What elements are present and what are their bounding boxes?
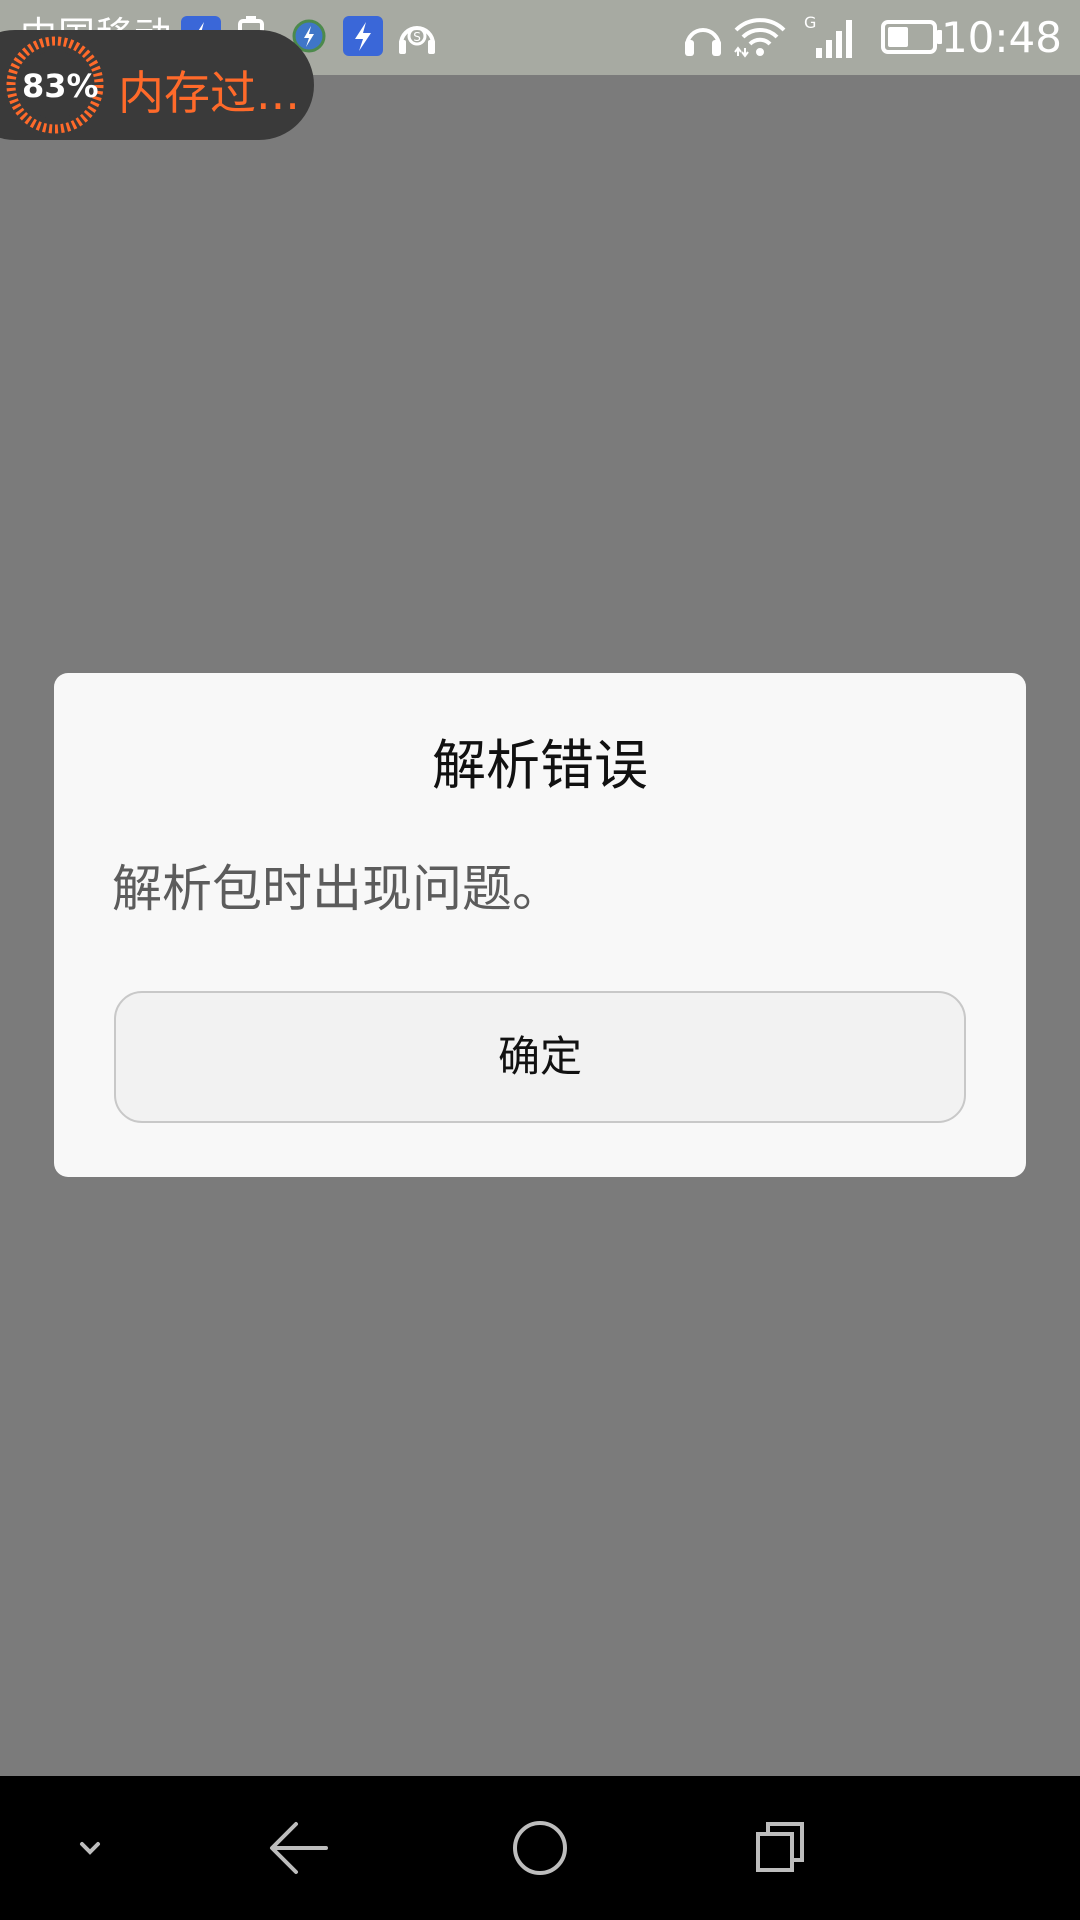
- signal-icon: G: [802, 13, 862, 58]
- confirm-button[interactable]: 确定: [114, 991, 966, 1123]
- flash-app-icon: [342, 14, 384, 58]
- navigation-bar: [0, 1776, 1080, 1920]
- memory-percent: 83%: [22, 67, 99, 105]
- network-type-label: G: [804, 14, 816, 32]
- headphones-icon: [682, 14, 724, 58]
- headset-s-icon: S: [396, 14, 438, 58]
- recents-icon[interactable]: [730, 1798, 830, 1898]
- clock: 10:48: [940, 13, 1062, 62]
- wifi-icon: [732, 14, 788, 58]
- dialog-title: 解析错误: [432, 734, 648, 797]
- home-icon[interactable]: [490, 1798, 590, 1898]
- svg-text:S: S: [413, 30, 421, 44]
- memory-booster-widget[interactable]: 83% 内存过...: [0, 30, 314, 140]
- back-icon[interactable]: [250, 1798, 350, 1898]
- battery-icon: [880, 14, 944, 58]
- dialog-message: 解析包时出现问题。: [112, 860, 562, 918]
- parse-error-dialog: 解析错误 解析包时出现问题。 确定: [54, 673, 1026, 1177]
- collapse-icon[interactable]: [40, 1798, 140, 1898]
- memory-status-label: 内存过...: [118, 66, 300, 120]
